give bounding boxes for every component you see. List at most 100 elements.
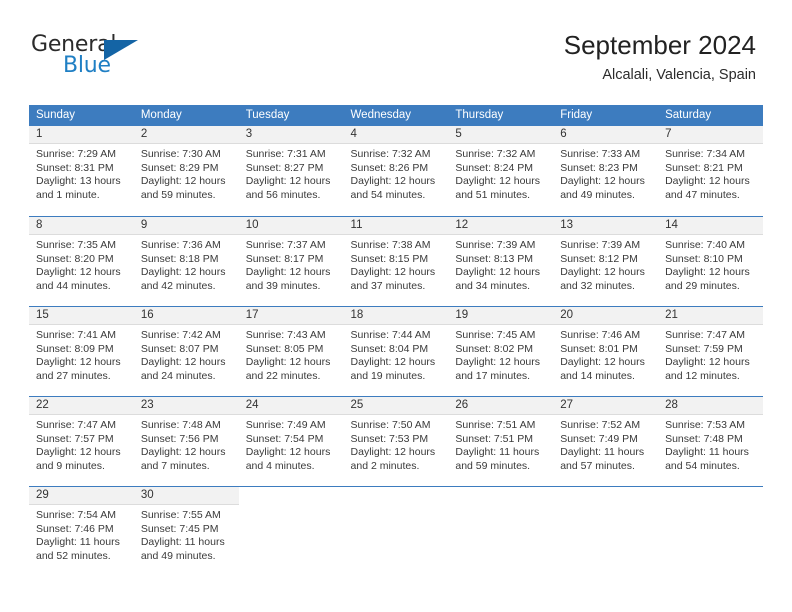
day-number: 30 (140, 489, 154, 501)
day-number-band (448, 487, 554, 505)
day-cell-16[interactable]: 16 Sunrise: 7:42 AM Sunset: 8:07 PM Dayligh… (133, 307, 239, 396)
daylight-text-line2: and 56 minutes. (245, 188, 321, 201)
day-number: 23 (140, 399, 154, 411)
sunset-text: Sunset: 7:45 PM (140, 522, 219, 535)
day-cell-3[interactable]: 3 Sunrise: 7:31 AM Sunset: 8:27 PM Daylight… (238, 126, 344, 215)
day-cell-12[interactable]: 12 Sunrise: 7:39 AM Sunset: 8:13 PM Dayligh… (448, 217, 554, 306)
day-number-band: 1 (29, 126, 134, 144)
day-number: 9 (140, 219, 148, 231)
daylight-text-line1: Daylight: 12 hours (560, 175, 645, 188)
day-details: Sunrise: 7:52 AM Sunset: 7:49 PM Daylight:… (553, 415, 658, 473)
day-details: Sunrise: 7:47 AM Sunset: 7:57 PM Daylight:… (29, 415, 134, 473)
daylight-text-line2: and 59 minutes. (455, 459, 531, 472)
daylight-text-line2: and 22 minutes. (245, 369, 321, 382)
sunset-text: Sunset: 7:57 PM (36, 432, 114, 445)
day-number: 22 (36, 399, 49, 411)
day-cell-11[interactable]: 11 Sunrise: 7:38 AM Sunset: 8:15 PM Dayligh… (343, 217, 449, 306)
calendar-grid: Sunday Monday Tuesday Wednesday Thursday Frid… (29, 105, 763, 576)
day-number: 11 (350, 219, 363, 231)
sunrise-text: Sunrise: 7:29 AM (36, 148, 116, 160)
sunset-text: Sunset: 8:27 PM (245, 161, 324, 174)
day-number-band: 12 (448, 217, 554, 235)
day-cell-13[interactable]: 13 Sunrise: 7:39 AM Sunset: 8:12 PM Dayligh… (553, 217, 659, 306)
day-cell-23[interactable]: 23 Sunrise: 7:48 AM Sunset: 7:56 PM Dayligh… (133, 397, 239, 486)
daylight-text-line2: and 52 minutes. (36, 549, 111, 562)
day-cell-9[interactable]: 9 Sunrise: 7:36 AM Sunset: 8:18 PM Daylight… (133, 217, 239, 306)
day-details: Sunrise: 7:38 AM Sunset: 8:15 PM Daylight:… (344, 235, 449, 293)
sunrise-text: Sunrise: 7:32 AM (455, 148, 536, 160)
day-cell-empty (238, 487, 344, 576)
day-number: 17 (245, 309, 259, 321)
day-details: Sunrise: 7:32 AM Sunset: 8:26 PM Daylight:… (344, 144, 449, 202)
calendar-week-row: 1 Sunrise: 7:29 AM Sunset: 8:31 PM Daylight… (29, 126, 763, 216)
day-cell-27[interactable]: 27 Sunrise: 7:52 AM Sunset: 7:49 PM Dayligh… (553, 397, 659, 486)
day-cell-empty (343, 487, 449, 576)
day-details: Sunrise: 7:29 AM Sunset: 8:31 PM Daylight:… (29, 144, 134, 202)
sunrise-text: Sunrise: 7:44 AM (350, 329, 431, 341)
sunrise-text: Sunrise: 7:47 AM (665, 329, 746, 341)
day-details: Sunrise: 7:33 AM Sunset: 8:23 PM Daylight:… (553, 144, 658, 202)
day-cell-2[interactable]: 2 Sunrise: 7:30 AM Sunset: 8:29 PM Daylight… (133, 126, 239, 215)
daylight-text-line1: Daylight: 12 hours (455, 356, 541, 369)
daylight-text-line2: and 49 minutes. (560, 188, 635, 201)
day-number: 4 (350, 128, 357, 140)
day-number-band: 2 (133, 126, 239, 144)
day-cell-19[interactable]: 19 Sunrise: 7:45 AM Sunset: 8:02 PM Dayligh… (448, 307, 554, 396)
day-cell-15[interactable]: 15 Sunrise: 7:41 AM Sunset: 8:09 PM Dayligh… (29, 307, 134, 396)
daylight-text-line2: and 51 minutes. (455, 188, 531, 201)
day-cell-4[interactable]: 4 Sunrise: 7:32 AM Sunset: 8:26 PM Daylight… (343, 126, 449, 215)
day-cell-28[interactable]: 28 Sunrise: 7:53 AM Sunset: 7:48 PM Dayligh… (658, 397, 763, 486)
day-cell-7[interactable]: 7 Sunrise: 7:34 AM Sunset: 8:21 PM Daylight… (658, 126, 763, 215)
day-number: 15 (36, 309, 49, 321)
sunrise-text: Sunrise: 7:51 AM (455, 419, 536, 431)
day-details: Sunrise: 7:41 AM Sunset: 8:09 PM Daylight:… (29, 325, 134, 383)
sunrise-text: Sunrise: 7:43 AM (245, 329, 326, 341)
daylight-text-line1: Daylight: 12 hours (560, 356, 645, 369)
day-number: 21 (665, 309, 678, 321)
sunrise-text: Sunrise: 7:39 AM (455, 239, 536, 251)
sunrise-text: Sunrise: 7:38 AM (350, 239, 431, 251)
day-cell-14[interactable]: 14 Sunrise: 7:40 AM Sunset: 8:10 PM Dayligh… (658, 217, 763, 306)
day-number: 3 (245, 128, 253, 140)
day-cell-17[interactable]: 17 Sunrise: 7:43 AM Sunset: 8:05 PM Dayligh… (238, 307, 344, 396)
day-number-band: 14 (658, 217, 763, 235)
sunset-text: Sunset: 7:48 PM (665, 432, 743, 445)
sunset-text: Sunset: 8:17 PM (245, 252, 324, 265)
day-number: 16 (140, 309, 154, 321)
daylight-text-line2: and 19 minutes. (350, 369, 426, 382)
day-details: Sunrise: 7:39 AM Sunset: 8:13 PM Daylight:… (448, 235, 553, 293)
sunset-text: Sunset: 8:02 PM (455, 342, 534, 355)
daylight-text-line2: and 24 minutes. (140, 369, 216, 382)
day-cell-5[interactable]: 5 Sunrise: 7:32 AM Sunset: 8:24 PM Daylight… (448, 126, 554, 215)
day-number: 29 (36, 489, 49, 501)
day-details: Sunrise: 7:39 AM Sunset: 8:12 PM Daylight:… (553, 235, 658, 293)
day-cell-29[interactable]: 29 Sunrise: 7:54 AM Sunset: 7:46 PM Dayligh… (29, 487, 134, 576)
day-number-band: 13 (553, 217, 659, 235)
day-details (448, 505, 553, 509)
day-cell-6[interactable]: 6 Sunrise: 7:33 AM Sunset: 8:23 PM Daylight… (553, 126, 659, 215)
location-subtitle: Alcalali, Valencia, Spain (602, 67, 756, 83)
title-block: September 2024 Alcalali, Valencia, Spain (564, 29, 756, 84)
day-cell-26[interactable]: 26 Sunrise: 7:51 AM Sunset: 7:51 PM Dayligh… (448, 397, 554, 486)
day-cell-20[interactable]: 20 Sunrise: 7:46 AM Sunset: 8:01 PM Dayligh… (553, 307, 659, 396)
day-cell-1[interactable]: 1 Sunrise: 7:29 AM Sunset: 8:31 PM Daylight… (29, 126, 134, 215)
daylight-text-line2: and 34 minutes. (455, 279, 531, 292)
daylight-text-line1: Daylight: 12 hours (665, 266, 750, 279)
day-cell-24[interactable]: 24 Sunrise: 7:49 AM Sunset: 7:54 PM Dayligh… (238, 397, 344, 486)
sunset-text: Sunset: 8:10 PM (665, 252, 743, 265)
day-number: 26 (455, 399, 469, 411)
day-number-band: 30 (133, 487, 239, 505)
day-cell-21[interactable]: 21 Sunrise: 7:47 AM Sunset: 7:59 PM Dayligh… (658, 307, 763, 396)
weekday-header-sunday: Sunday (36, 109, 76, 121)
day-cell-8[interactable]: 8 Sunrise: 7:35 AM Sunset: 8:20 PM Daylight… (29, 217, 134, 306)
day-cell-10[interactable]: 10 Sunrise: 7:37 AM Sunset: 8:17 PM Dayligh… (238, 217, 344, 306)
generalblue-logo: General Blue (31, 33, 211, 81)
day-cell-22[interactable]: 22 Sunrise: 7:47 AM Sunset: 7:57 PM Dayligh… (29, 397, 134, 486)
day-cell-30[interactable]: 30 Sunrise: 7:55 AM Sunset: 7:45 PM Dayligh… (133, 487, 239, 576)
sunset-text: Sunset: 8:29 PM (140, 161, 219, 174)
sunset-text: Sunset: 8:01 PM (560, 342, 638, 355)
day-cell-empty (658, 487, 763, 576)
day-cell-18[interactable]: 18 Sunrise: 7:44 AM Sunset: 8:04 PM Dayligh… (343, 307, 449, 396)
day-cell-25[interactable]: 25 Sunrise: 7:50 AM Sunset: 7:53 PM Dayligh… (343, 397, 449, 486)
sunrise-text: Sunrise: 7:42 AM (140, 329, 221, 341)
